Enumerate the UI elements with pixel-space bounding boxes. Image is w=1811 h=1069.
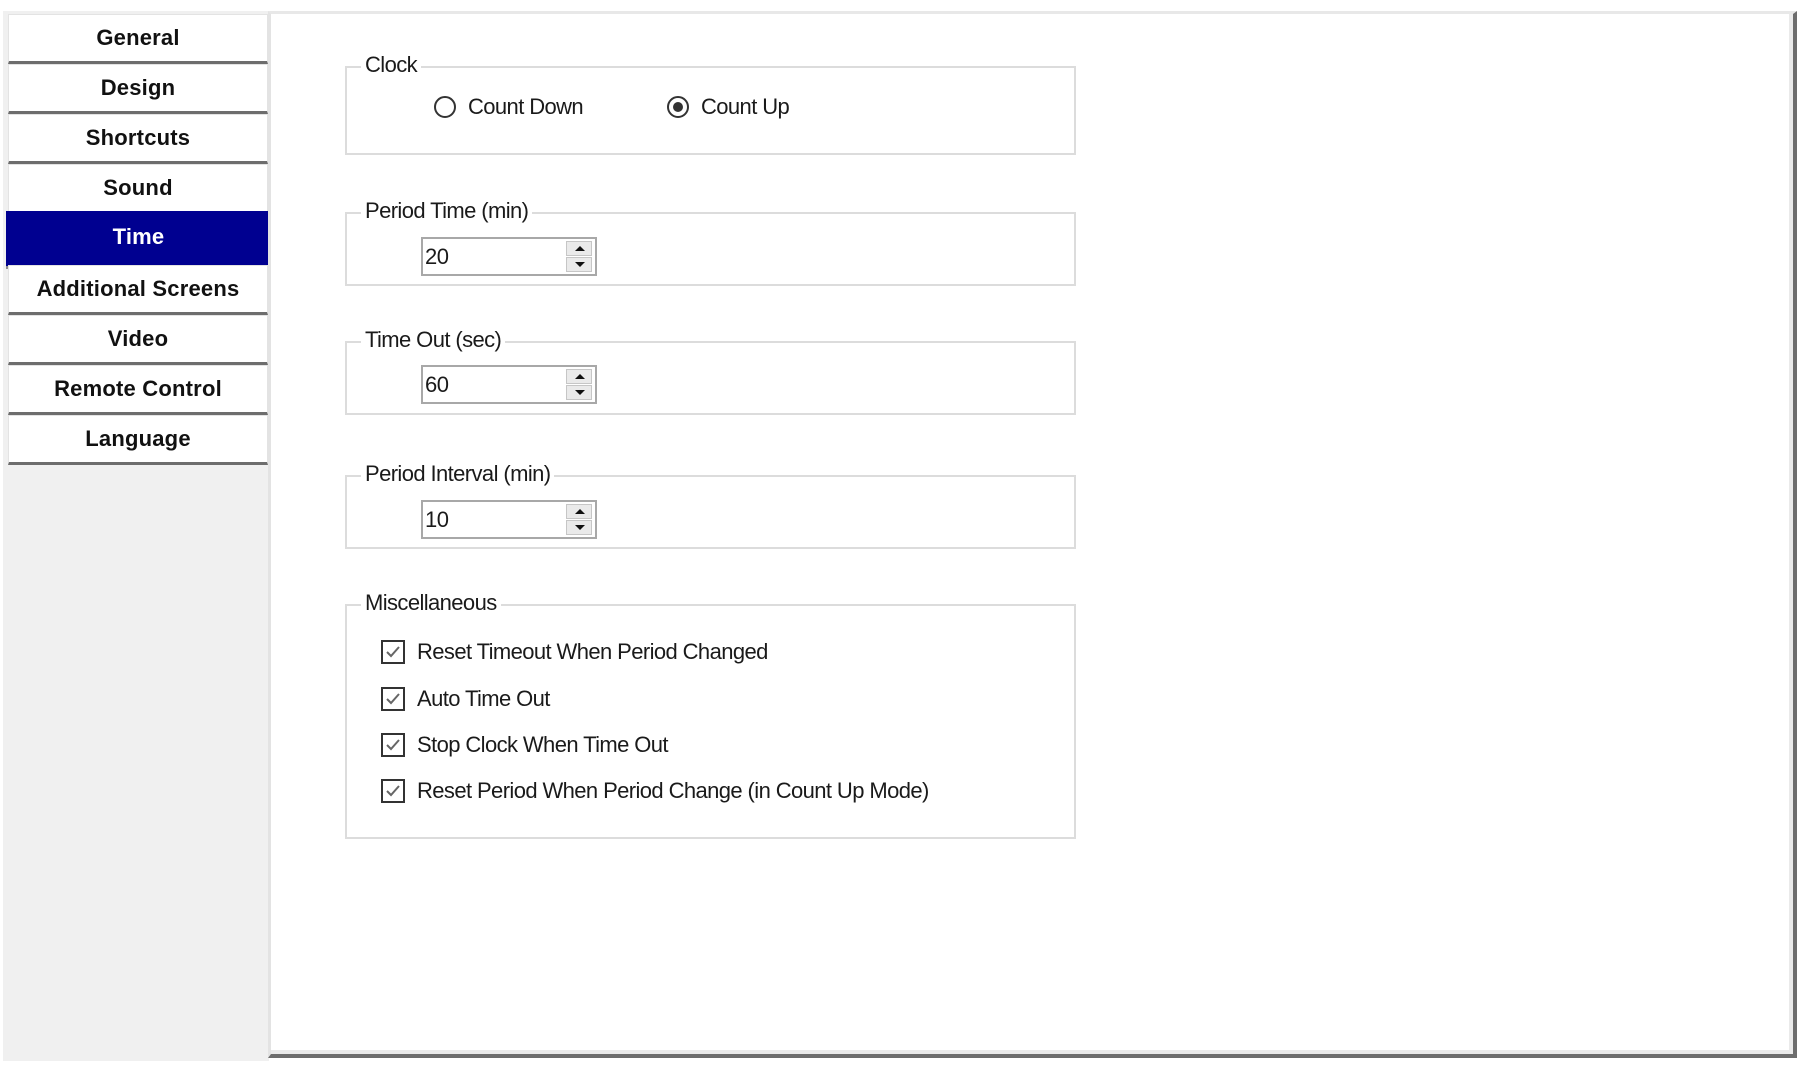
nav-button-video[interactable]: Video — [8, 315, 268, 365]
period-interval-spinner — [421, 500, 597, 539]
period-time-increment-button[interactable] — [566, 241, 592, 256]
radio-unchecked-icon — [434, 96, 456, 118]
clock-group-title: Clock — [361, 51, 422, 79]
period-time-spinner — [421, 237, 597, 276]
checkbox-checked-icon — [381, 733, 405, 757]
nav-button-time[interactable]: Time — [6, 211, 271, 269]
sidebar-nav: General Design Shortcuts Sound Time Addi… — [3, 11, 271, 1061]
nav-button-general[interactable]: General — [8, 14, 268, 64]
period-interval-decrement-button[interactable] — [566, 520, 592, 535]
miscellaneous-group: Miscellaneous Reset Timeout When Period … — [345, 589, 1076, 839]
nav-button-design[interactable]: Design — [8, 64, 268, 114]
count-down-label: Count Down — [468, 94, 584, 119]
count-down-radio[interactable]: Count Down — [434, 94, 584, 120]
clock-group: Clock Count Down Count Up — [345, 51, 1076, 155]
reset-timeout-label: Reset Timeout When Period Changed — [417, 639, 768, 664]
time-out-decrement-button[interactable] — [566, 385, 592, 400]
period-interval-input[interactable] — [425, 502, 565, 537]
checkbox-checked-icon — [381, 640, 405, 664]
stop-clock-label: Stop Clock When Time Out — [417, 732, 669, 757]
nav-button-additional-screens[interactable]: Additional Screens — [8, 265, 268, 315]
nav-button-sound[interactable]: Sound — [8, 164, 268, 214]
period-time-decrement-button[interactable] — [566, 257, 592, 272]
nav-button-shortcuts[interactable]: Shortcuts — [8, 114, 268, 164]
time-out-group-title: Time Out (sec) — [361, 326, 506, 354]
count-up-radio[interactable]: Count Up — [667, 94, 790, 120]
checkbox-checked-icon — [381, 779, 405, 803]
miscellaneous-group-title: Miscellaneous — [361, 589, 501, 617]
count-up-label: Count Up — [701, 94, 790, 119]
time-out-increment-button[interactable] — [566, 369, 592, 384]
reset-period-checkbox[interactable]: Reset Period When Period Change (in Coun… — [381, 778, 929, 804]
time-out-group: Time Out (sec) — [345, 326, 1076, 415]
stop-clock-checkbox[interactable]: Stop Clock When Time Out — [381, 732, 669, 758]
period-time-group-title: Period Time (min) — [361, 197, 533, 225]
auto-time-out-checkbox[interactable]: Auto Time Out — [381, 686, 550, 712]
time-out-spinner — [421, 365, 597, 404]
reset-timeout-checkbox[interactable]: Reset Timeout When Period Changed — [381, 639, 768, 665]
reset-period-label: Reset Period When Period Change (in Coun… — [417, 778, 929, 803]
period-interval-group: Period Interval (min) — [345, 460, 1076, 549]
nav-button-remote-control[interactable]: Remote Control — [8, 365, 268, 415]
nav-button-language[interactable]: Language — [8, 415, 268, 465]
radio-checked-icon — [667, 96, 689, 118]
period-time-group: Period Time (min) — [345, 197, 1076, 286]
period-interval-group-title: Period Interval (min) — [361, 460, 555, 488]
time-out-input[interactable] — [425, 367, 565, 402]
period-interval-increment-button[interactable] — [566, 504, 592, 519]
auto-time-out-label: Auto Time Out — [417, 686, 550, 711]
period-time-input[interactable] — [425, 239, 565, 274]
checkbox-checked-icon — [381, 687, 405, 711]
